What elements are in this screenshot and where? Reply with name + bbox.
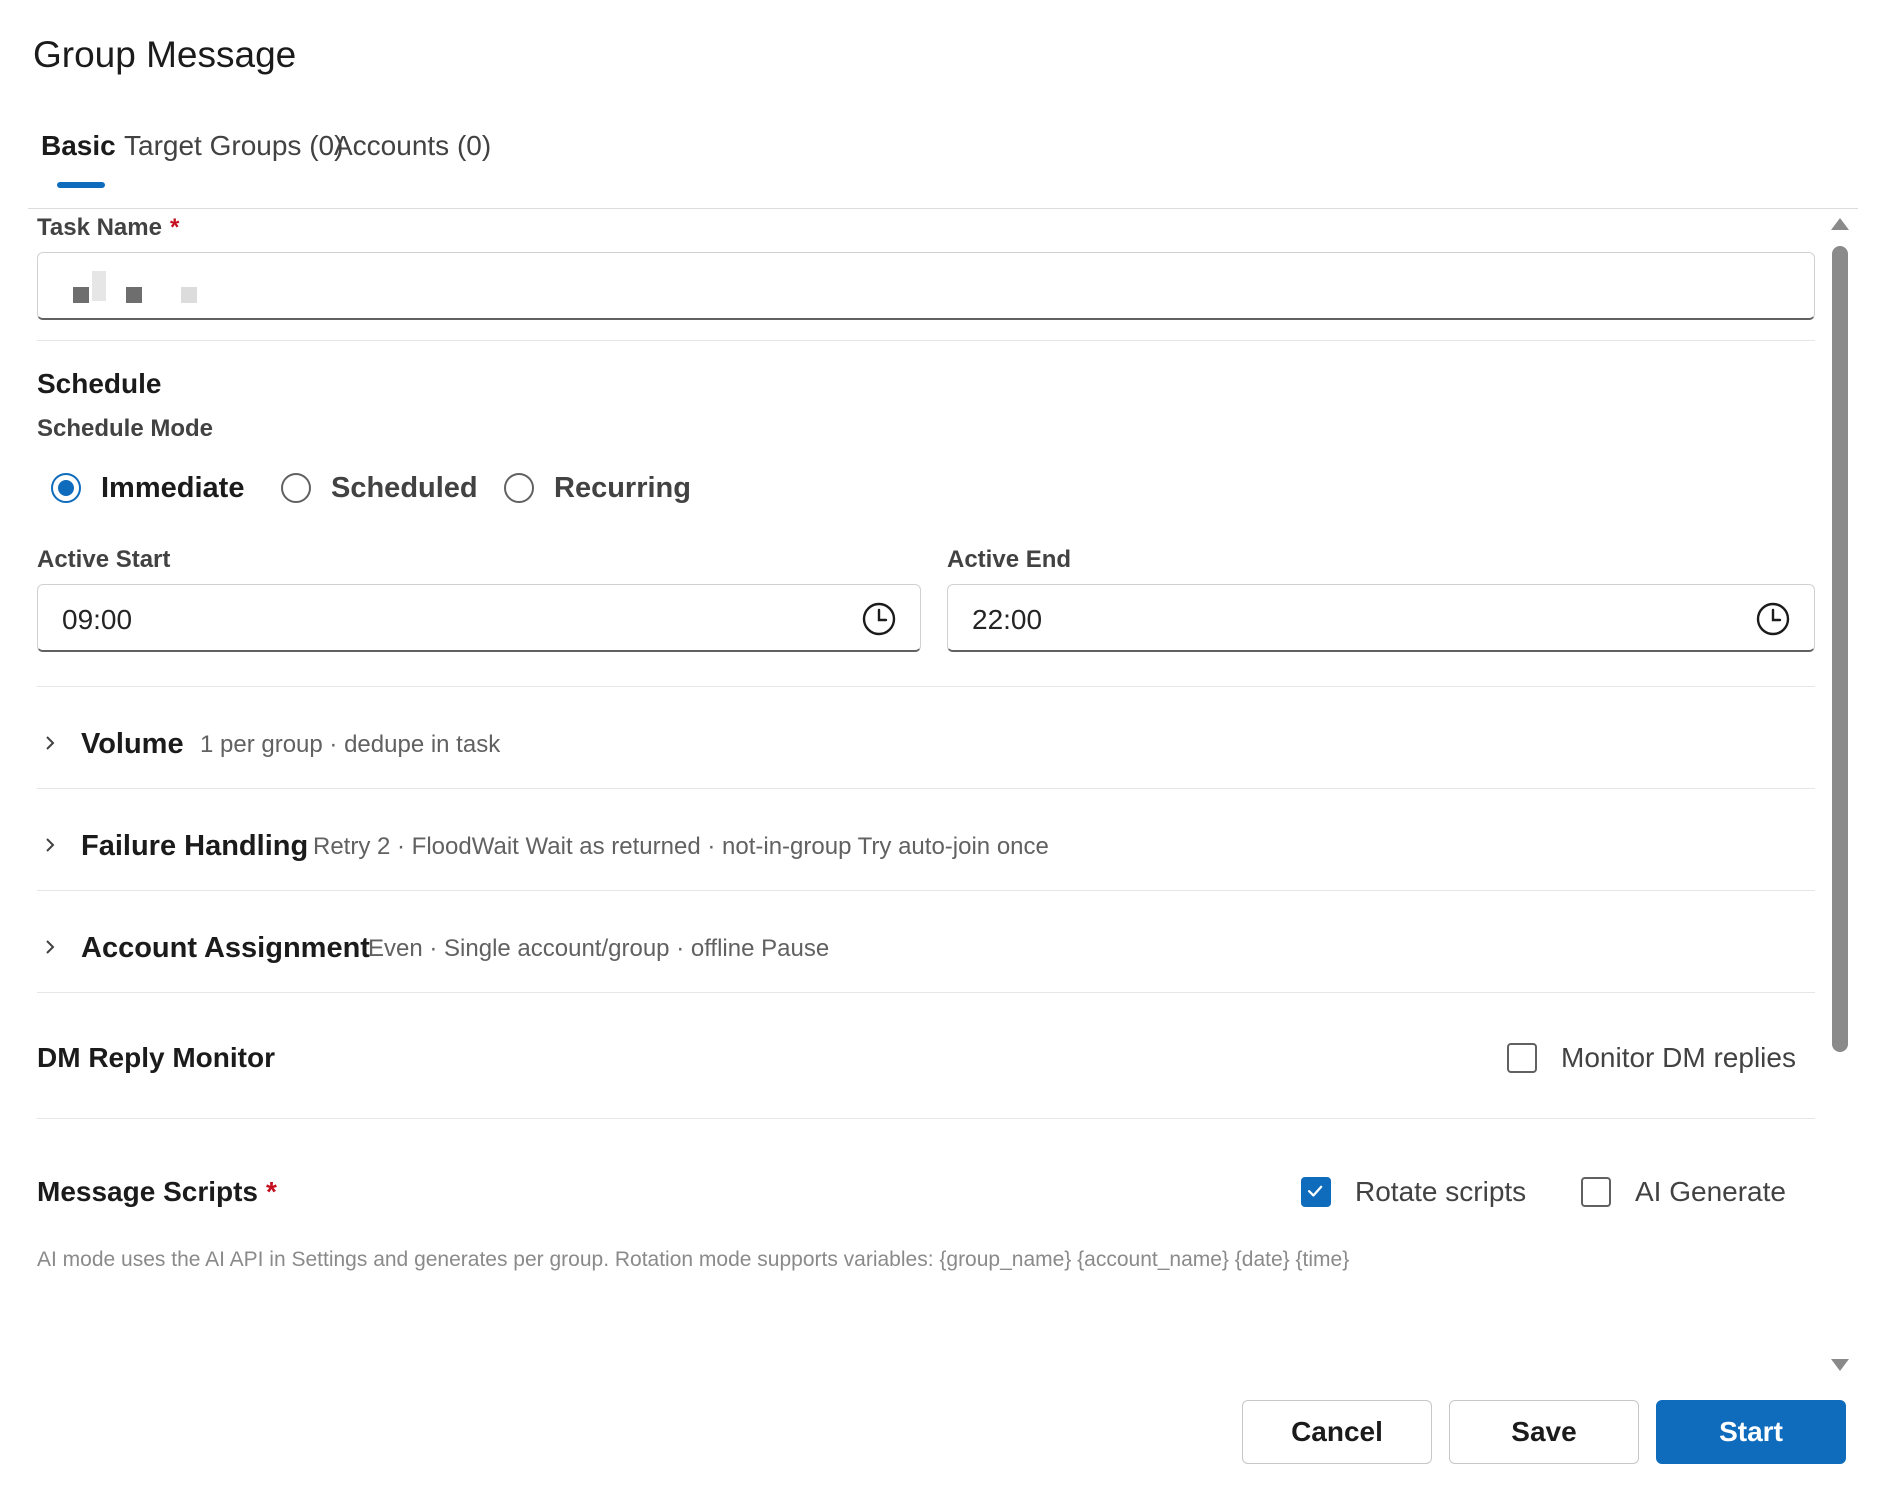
redacted-text — [92, 271, 106, 301]
checkbox-label: AI Generate — [1635, 1176, 1786, 1207]
checkbox-label: Rotate scripts — [1355, 1176, 1527, 1207]
section-divider — [37, 992, 1815, 993]
redacted-text — [126, 287, 142, 303]
tab-list: Basic Target Groups (0) Accounts (0) — [28, 120, 1858, 209]
task-name-input[interactable] — [37, 252, 1815, 320]
radio-label: Recurring — [554, 471, 691, 504]
active-end-label: Active End — [947, 546, 1072, 573]
tab-accounts[interactable]: Accounts (0) — [334, 130, 491, 162]
scroll-down-arrow-icon[interactable] — [1831, 1359, 1849, 1371]
tab-basic[interactable]: Basic — [41, 130, 116, 162]
radio-label: Scheduled — [331, 471, 478, 504]
section-divider — [37, 890, 1815, 891]
volume-title: Volume — [81, 728, 184, 760]
scroll-up-arrow-icon[interactable] — [1831, 218, 1849, 230]
save-button[interactable]: Save — [1449, 1400, 1639, 1464]
radio-label: Immediate — [101, 471, 245, 504]
account-assignment-section-toggle[interactable]: Account Assignment Even · Single account… — [37, 920, 1815, 980]
clock-icon[interactable] — [862, 602, 896, 636]
scrollbar-thumb[interactable] — [1832, 246, 1848, 1052]
failure-handling-section-toggle[interactable]: Failure Handling Retry 2 · FloodWait Wai… — [37, 818, 1815, 878]
ai-generate-checkbox[interactable]: AI Generate — [1581, 1172, 1786, 1212]
chevron-right-icon — [46, 940, 55, 954]
active-start-label: Active Start — [37, 546, 171, 573]
checkbox-box — [1301, 1177, 1331, 1207]
cancel-button[interactable]: Cancel — [1242, 1400, 1432, 1464]
radio-scheduled[interactable]: Scheduled — [281, 468, 478, 508]
section-divider — [37, 686, 1815, 687]
chevron-right-icon — [46, 736, 55, 750]
failure-handling-title: Failure Handling — [81, 830, 309, 862]
rotate-scripts-checkbox[interactable]: Rotate scripts — [1301, 1172, 1526, 1212]
vertical-scrollbar[interactable] — [1828, 214, 1850, 1379]
start-button[interactable]: Start — [1656, 1400, 1846, 1464]
active-start-input[interactable]: 09:00 — [37, 584, 921, 652]
volume-section-toggle[interactable]: Volume 1 per group · dedupe in task — [37, 716, 1815, 776]
message-scripts-title: Message Scripts * — [37, 1176, 277, 1207]
message-scripts-hint: AI mode uses the AI API in Settings and … — [37, 1248, 1350, 1271]
radio-recurring[interactable]: Recurring — [504, 468, 691, 508]
radio-circle — [504, 473, 534, 503]
task-name-label: Task Name * — [37, 214, 180, 241]
chevron-right-icon — [46, 838, 55, 852]
dialog-title: Group Message — [33, 34, 297, 75]
radio-immediate[interactable]: Immediate — [51, 468, 244, 508]
section-divider — [37, 340, 1815, 341]
active-end-value: 22:00 — [972, 604, 1043, 635]
account-assignment-title: Account Assignment — [81, 932, 370, 964]
form-scroll-area: Task Name * Schedule Schedule Mode Immedi… — [37, 210, 1815, 1380]
dm-reply-monitor-title: DM Reply Monitor — [37, 1042, 275, 1073]
section-divider — [37, 788, 1815, 789]
radio-circle — [51, 473, 81, 503]
schedule-title: Schedule — [37, 368, 162, 399]
monitor-dm-replies-checkbox[interactable]: Monitor DM replies — [1507, 1038, 1796, 1078]
required-mark: * — [266, 1176, 277, 1207]
active-tab-indicator — [57, 182, 105, 188]
schedule-mode-label: Schedule Mode — [37, 415, 214, 442]
redacted-text — [73, 287, 89, 303]
tab-target-groups[interactable]: Target Groups (0) — [124, 130, 343, 162]
radio-circle — [281, 473, 311, 503]
checkbox-box — [1507, 1043, 1537, 1073]
section-divider — [37, 1118, 1815, 1119]
active-end-input[interactable]: 22:00 — [947, 584, 1815, 652]
checkbox-label: Monitor DM replies — [1561, 1042, 1796, 1073]
volume-summary: 1 per group · dedupe in task — [200, 731, 501, 758]
clock-icon[interactable] — [1756, 602, 1790, 636]
checkmark-icon — [1307, 1185, 1323, 1197]
redacted-text — [181, 287, 197, 303]
account-assignment-summary: Even · Single account/group · offline Pa… — [368, 935, 830, 962]
active-start-value: 09:00 — [62, 604, 133, 635]
failure-handling-summary: Retry 2 · FloodWait Wait as returned · n… — [313, 833, 1049, 860]
required-mark: * — [169, 214, 180, 241]
checkbox-box — [1581, 1177, 1611, 1207]
